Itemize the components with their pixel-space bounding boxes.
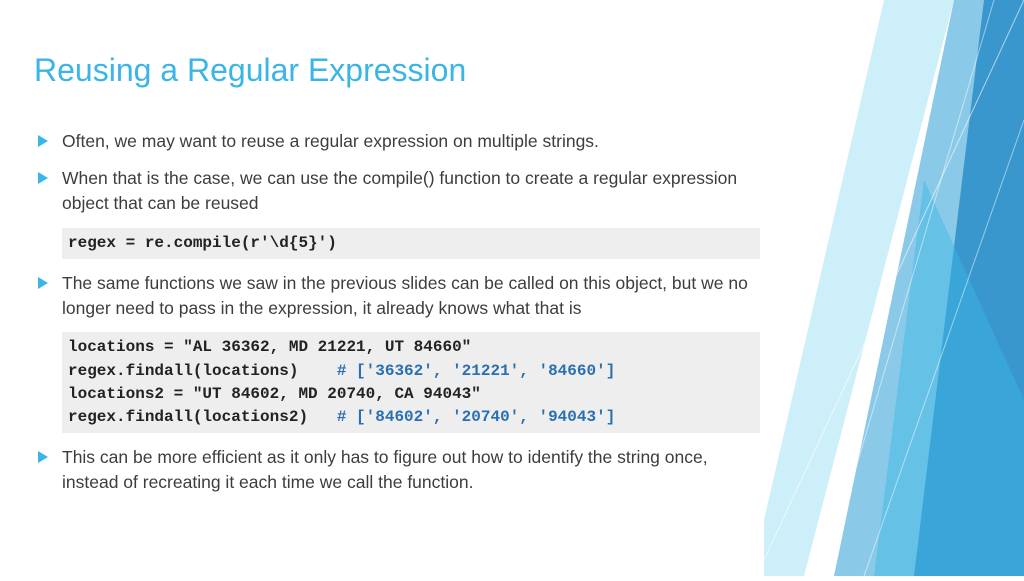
bullet-text: This can be more efficient as it only ha… [62, 447, 708, 492]
bullet-text: The same functions we saw in the previou… [62, 273, 748, 318]
code-comment: # ['36362', '21221', '84660'] [337, 362, 615, 380]
slide-title: Reusing a Regular Expression [34, 52, 760, 89]
code-comment: # ['84602', '20740', '94043'] [337, 408, 615, 426]
slide-background-decoration [764, 0, 1024, 576]
bullet-list: This can be more efficient as it only ha… [34, 445, 760, 495]
bullet-item: When that is the case, we can use the co… [34, 166, 760, 216]
slide-content: Reusing a Regular Expression Often, we m… [0, 0, 800, 495]
code-line: locations = "AL 36362, MD 21221, UT 8466… [68, 338, 471, 356]
code-line: regex.findall(locations2) [68, 408, 337, 426]
bullet-item: The same functions we saw in the previou… [34, 271, 760, 321]
code-line: regex.findall(locations) [68, 362, 337, 380]
bullet-text: Often, we may want to reuse a regular ex… [62, 131, 599, 151]
code-line: regex = re.compile(r'\d{5}') [68, 234, 337, 252]
bullet-list: The same functions we saw in the previou… [34, 271, 760, 321]
code-block: regex = re.compile(r'\d{5}') [62, 228, 760, 259]
bullet-item: Often, we may want to reuse a regular ex… [34, 129, 760, 154]
bullet-list: Often, we may want to reuse a regular ex… [34, 129, 760, 216]
code-line: locations2 = "UT 84602, MD 20740, CA 940… [68, 385, 481, 403]
bullet-item: This can be more efficient as it only ha… [34, 445, 760, 495]
bullet-text: When that is the case, we can use the co… [62, 168, 737, 213]
code-block: locations = "AL 36362, MD 21221, UT 8466… [62, 332, 760, 433]
